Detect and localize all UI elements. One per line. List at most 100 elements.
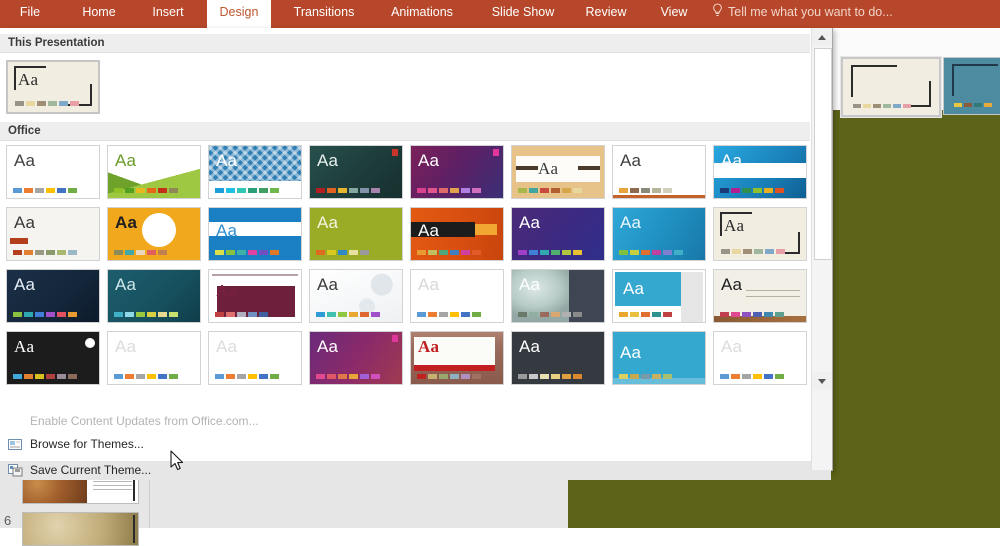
gallery-scrollbar[interactable] <box>811 28 832 470</box>
theme-color-swatches <box>114 188 178 193</box>
color-swatch <box>338 312 347 317</box>
color-swatch <box>551 188 560 193</box>
color-swatch <box>562 312 571 317</box>
color-swatch <box>158 188 167 193</box>
tab-slide-show[interactable]: Slide Show <box>477 0 569 25</box>
themes-dropdown-gallery[interactable]: This Presentation Aa Office Aa Aa Aa Aa Aa Aa… <box>0 28 833 480</box>
folder-browse-icon <box>8 438 23 451</box>
color-swatch <box>863 104 871 108</box>
color-swatch <box>743 249 752 254</box>
tab-design[interactable]: Design <box>207 0 271 28</box>
ribbon-theme-tile[interactable] <box>841 57 941 117</box>
color-swatch <box>371 312 380 317</box>
color-swatch <box>68 374 77 379</box>
theme-tile[interactable]: Aa <box>713 207 807 261</box>
theme-panel <box>681 272 703 322</box>
theme-tile[interactable]: Aa <box>511 145 605 199</box>
theme-tile[interactable]: Aa <box>107 207 201 261</box>
theme-tile[interactable]: Aa <box>309 331 403 385</box>
slide-thumbnail-item[interactable] <box>22 512 139 546</box>
scroll-up-arrow-icon[interactable] <box>812 28 832 46</box>
browse-for-themes-label: Browse for Themes... <box>30 437 144 451</box>
color-swatch <box>641 374 650 379</box>
theme-tile[interactable]: Aa <box>6 331 100 385</box>
theme-tile[interactable]: Aa <box>511 207 605 261</box>
tab-view[interactable]: View <box>646 0 702 25</box>
theme-tile[interactable]: Aa <box>511 331 605 385</box>
slide-number-label: 6 <box>4 513 12 528</box>
tab-insert[interactable]: Insert <box>137 0 199 25</box>
theme-tile[interactable]: Aa <box>713 331 807 385</box>
theme-tile[interactable]: Aa <box>511 269 605 323</box>
theme-color-swatches <box>619 250 683 255</box>
enable-content-updates-command[interactable]: Enable Content Updates from Office.com..… <box>0 412 831 431</box>
theme-color-swatches <box>954 103 992 107</box>
theme-color-swatches <box>215 312 268 317</box>
color-swatch <box>428 188 437 193</box>
save-current-theme-command[interactable]: Save Current Theme... <box>0 461 831 480</box>
color-swatch <box>775 312 784 317</box>
theme-tile[interactable]: Aa <box>208 207 302 261</box>
theme-tag <box>10 238 28 244</box>
color-swatch <box>169 188 178 193</box>
color-swatch <box>360 374 369 379</box>
theme-sample-text: Aa <box>721 151 743 170</box>
tab-transitions[interactable]: Transitions <box>278 0 370 25</box>
theme-tile[interactable]: Aa <box>208 145 302 199</box>
theme-tile[interactable]: Aa <box>612 207 706 261</box>
tab-animations[interactable]: Animations <box>375 0 469 25</box>
theme-color-swatches <box>316 188 380 193</box>
tell-me-search-box[interactable]: Tell me what you want to do... <box>712 0 893 25</box>
theme-tile[interactable]: Aa <box>309 207 403 261</box>
gallery-section-header-this-presentation: This Presentation <box>0 34 810 53</box>
color-swatch <box>349 250 358 255</box>
tab-home[interactable]: Home <box>66 0 132 25</box>
theme-tile[interactable]: Aa <box>6 145 100 199</box>
theme-tile[interactable]: Aa <box>6 207 100 261</box>
color-swatch <box>776 249 785 254</box>
color-swatch <box>125 188 134 193</box>
theme-tile[interactable]: Aa <box>208 269 302 323</box>
theme-tile[interactable]: Aa <box>612 331 706 385</box>
theme-tile[interactable]: Aa <box>410 145 504 199</box>
theme-sample-text: Aa <box>721 337 743 356</box>
slide-thumb-image <box>23 513 138 545</box>
theme-circle <box>142 213 176 247</box>
theme-sample-text: Aa <box>620 343 642 362</box>
theme-sample-text: Aa <box>115 337 137 356</box>
theme-tile[interactable]: Aa <box>309 269 403 323</box>
scrollbar-thumb[interactable] <box>814 48 832 260</box>
theme-tile[interactable]: Aa <box>6 269 100 323</box>
theme-tile[interactable]: Aa <box>410 331 504 385</box>
theme-color-swatches <box>417 312 481 317</box>
color-swatch <box>619 250 628 255</box>
theme-tile[interactable]: Aa <box>107 269 201 323</box>
theme-tile[interactable]: Aa <box>6 60 100 114</box>
browse-for-themes-command[interactable]: Browse for Themes... <box>0 435 831 454</box>
theme-tile[interactable]: Aa <box>309 145 403 199</box>
theme-tile[interactable]: Aa <box>208 331 302 385</box>
theme-tile[interactable]: Aa <box>107 145 201 199</box>
tab-file[interactable]: File <box>6 0 54 25</box>
color-swatch <box>964 103 972 107</box>
color-swatch <box>518 188 527 193</box>
color-swatch <box>338 374 347 379</box>
theme-tile[interactable]: Aa <box>612 145 706 199</box>
theme-tile[interactable]: Aa <box>410 269 504 323</box>
theme-tile[interactable]: Aa <box>713 269 807 323</box>
scroll-down-arrow-icon[interactable] <box>812 372 832 390</box>
color-swatch <box>630 374 639 379</box>
color-swatch <box>57 374 66 379</box>
theme-color-swatches <box>316 374 380 379</box>
theme-color-swatches <box>720 374 784 379</box>
theme-tile[interactable]: Aa <box>410 207 504 261</box>
color-swatch <box>450 312 459 317</box>
theme-tile[interactable]: Aa <box>713 145 807 199</box>
theme-tile[interactable]: Aa <box>612 269 706 323</box>
theme-tile[interactable]: Aa <box>107 331 201 385</box>
color-swatch <box>450 374 459 379</box>
theme-color-swatches <box>619 374 672 379</box>
color-swatch <box>518 312 527 317</box>
ribbon-theme-tile[interactable] <box>943 57 1000 115</box>
tab-review[interactable]: Review <box>572 0 640 25</box>
